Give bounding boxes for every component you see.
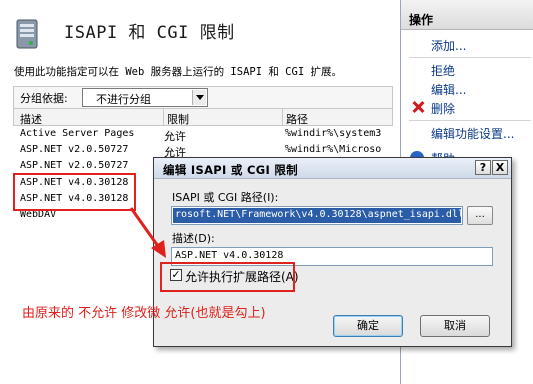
divider: [409, 57, 531, 58]
path-input[interactable]: rosoft.NET\Framework\v4.0.30128\aspnet_i…: [171, 206, 463, 225]
path-value: rosoft.NET\Framework\v4.0.30128\aspnet_i…: [175, 209, 463, 220]
actions-title: 操作: [409, 13, 434, 27]
group-by-bar: 分组依据: 不进行分组: [13, 86, 393, 108]
divider: [409, 120, 531, 121]
description-value: ASP.NET v4.0.30128: [175, 250, 284, 261]
dialog-help-button[interactable]: ?: [475, 160, 491, 175]
group-by-value: 不进行分组: [96, 93, 151, 106]
action-deny[interactable]: 拒绝: [431, 62, 455, 79]
action-edit-feature-settings[interactable]: 编辑功能设置...: [431, 125, 514, 142]
ok-button[interactable]: 确定: [333, 315, 403, 337]
description-label: 描述(D):: [172, 232, 215, 245]
dialog-title: 编辑 ISAPI 或 CGI 限制: [163, 163, 298, 177]
action-delete[interactable]: 删除: [431, 100, 455, 117]
annotation-rows-highlight: [13, 173, 136, 211]
cell-path: %windir%\system3: [285, 128, 381, 139]
dialog-close-button[interactable]: X: [492, 160, 508, 175]
chevron-down-icon[interactable]: [192, 90, 206, 105]
annotation-checkbox-highlight: [160, 262, 295, 292]
cell-description: ASP.NET v2.0.50727: [20, 160, 129, 171]
page-description: 使用此功能指定可以在 Web 服务器上运行的 ISAPI 和 CGI 扩展。: [14, 66, 342, 78]
cell-description: ASP.NET v2.0.50727: [20, 144, 129, 155]
path-label: ISAPI 或 CGI 路径(I):: [172, 191, 279, 204]
cancel-button[interactable]: 取消: [420, 315, 490, 337]
server-icon: [16, 19, 38, 49]
column-divider[interactable]: [282, 109, 283, 126]
actions-header: 操作: [401, 0, 533, 30]
cell-path: %windir%\Microso: [285, 144, 381, 155]
cell-description: Active Server Pages: [20, 128, 135, 139]
action-add[interactable]: 添加...: [431, 37, 466, 54]
page-title: ISAPI 和 CGI 限制: [64, 23, 235, 43]
column-header-description[interactable]: 描述: [20, 111, 42, 127]
annotation-note: 由原来的 不允许 修改微 允许(也就是勾上): [22, 306, 266, 321]
column-divider[interactable]: [163, 109, 164, 126]
table-header: 描述 限制 路径: [13, 108, 393, 126]
cell-restriction: 允许: [164, 130, 186, 143]
group-by-label: 分组依据:: [20, 92, 68, 105]
group-by-select[interactable]: 不进行分组: [82, 88, 208, 107]
table-row[interactable]: Active Server Pages 允许 %windir%\system3: [20, 128, 400, 144]
dialog-titlebar[interactable]: 编辑 ISAPI 或 CGI 限制 ? X: [154, 158, 511, 179]
column-header-path[interactable]: 路径: [286, 111, 308, 127]
column-header-restriction[interactable]: 限制: [167, 111, 189, 127]
delete-icon[interactable]: [412, 101, 424, 113]
browse-button[interactable]: ...: [467, 206, 493, 225]
action-edit[interactable]: 编辑...: [431, 81, 466, 98]
